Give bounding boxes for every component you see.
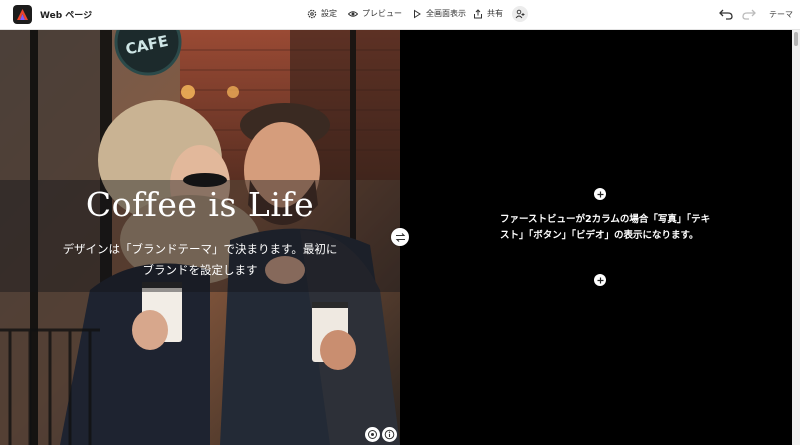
target-icon	[368, 430, 377, 439]
top-toolbar: Web ページ 設定 プレビュー 全画面表示 共有 テーマ	[0, 0, 800, 30]
eye-icon	[348, 10, 358, 17]
add-block-button-top[interactable]	[594, 188, 606, 200]
hero-subtitle[interactable]: デザインは「ブランドテーマ」で決まります。最初にブランドを設定します	[60, 239, 340, 281]
swap-icon	[395, 232, 405, 242]
focal-point-button[interactable]	[365, 427, 380, 442]
settings-label: 設定	[321, 9, 337, 18]
fullscreen-button[interactable]: 全画面表示	[412, 8, 466, 19]
share-button[interactable]: 共有	[473, 8, 503, 19]
plus-icon	[597, 277, 603, 283]
share-label: 共有	[487, 9, 503, 18]
play-icon	[414, 9, 421, 18]
right-column-text[interactable]: ファーストビューが2カラムの場合「写真」「テキスト」「ボタン」「ビデオ」の表示に…	[500, 212, 715, 244]
hero-title[interactable]: Coffee is Life	[0, 185, 400, 224]
app-logo-icon[interactable]	[13, 5, 32, 24]
add-user-icon	[515, 9, 525, 19]
fullscreen-label: 全画面表示	[426, 9, 466, 18]
invite-user-button[interactable]	[512, 6, 528, 22]
redo-icon[interactable]	[742, 8, 756, 20]
plus-icon	[597, 191, 603, 197]
preview-button[interactable]: プレビュー	[348, 8, 402, 19]
theme-button[interactable]: テーマ	[769, 9, 793, 20]
undo-icon[interactable]	[719, 8, 733, 20]
settings-button[interactable]: 設定	[307, 8, 337, 19]
share-icon	[474, 8, 482, 18]
gear-icon	[307, 9, 317, 18]
add-block-button-bottom[interactable]	[594, 274, 606, 286]
swap-columns-button[interactable]	[391, 228, 409, 246]
info-icon	[384, 429, 395, 440]
preview-label: プレビュー	[362, 9, 402, 18]
app-title: Web ページ	[40, 11, 93, 21]
vertical-scrollbar[interactable]	[792, 30, 800, 445]
image-info-button[interactable]	[382, 427, 397, 442]
scrollbar-thumb[interactable]	[794, 32, 798, 46]
page-canvas: CAFE Coffee is Life デザインは「ブランドテーマ」で決まります…	[0, 30, 792, 445]
